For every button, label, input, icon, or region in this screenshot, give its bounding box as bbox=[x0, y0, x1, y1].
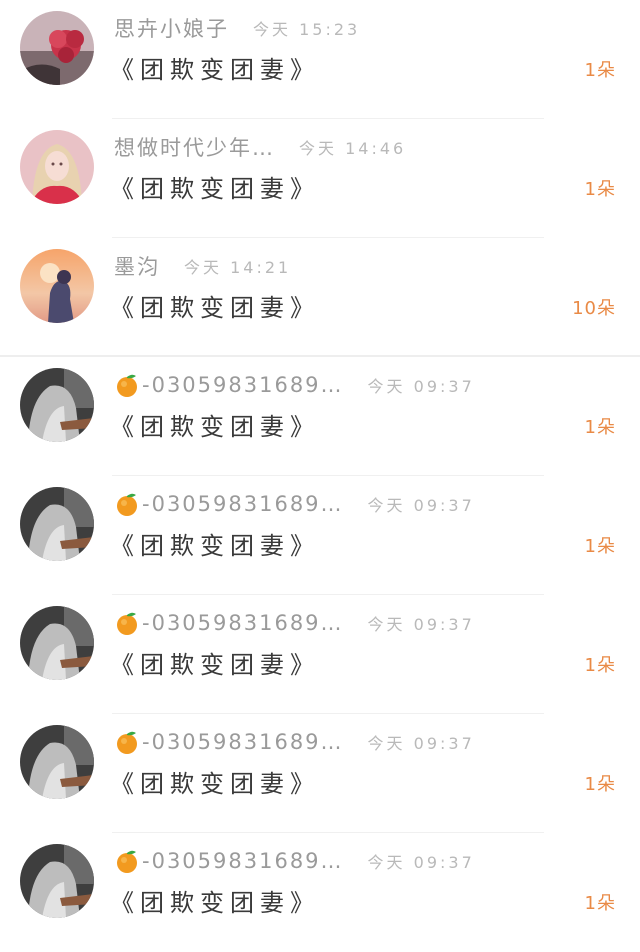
message-row[interactable]: -03059831689… 今天 09:37 《团欺变团妻》 1朵 bbox=[0, 357, 640, 476]
message-row[interactable]: -03059831689… 今天 09:37 《团欺变团妻》 1朵 bbox=[0, 833, 640, 952]
orange-icon bbox=[114, 372, 140, 398]
book-title[interactable]: 《团欺变团妻》 bbox=[110, 764, 320, 799]
flower-count: 1朵 bbox=[584, 536, 616, 557]
sender-name[interactable]: -03059831689… bbox=[142, 492, 344, 516]
message-row[interactable]: 思卉小娘子 今天 15:23 《团欺变团妻》 1朵 bbox=[0, 0, 640, 119]
avatar[interactable] bbox=[20, 487, 94, 561]
avatar[interactable] bbox=[20, 844, 94, 918]
message-row[interactable]: 想做时代少年… 今天 14:46 《团欺变团妻》 1朵 bbox=[0, 119, 640, 238]
avatar[interactable] bbox=[20, 130, 94, 204]
timestamp: 今天 09:37 bbox=[367, 853, 475, 872]
flower-count: 1朵 bbox=[584, 655, 616, 676]
sender-name[interactable]: -03059831689… bbox=[142, 373, 344, 397]
message-row[interactable]: -03059831689… 今天 09:37 《团欺变团妻》 1朵 bbox=[0, 595, 640, 714]
flower-count: 10朵 bbox=[572, 298, 616, 319]
timestamp: 今天 14:21 bbox=[184, 258, 292, 277]
flower-count: 1朵 bbox=[584, 179, 616, 200]
book-title[interactable]: 《团欺变团妻》 bbox=[110, 883, 320, 918]
sender-name[interactable]: 思卉小娘子 bbox=[114, 13, 229, 43]
book-title[interactable]: 《团欺变团妻》 bbox=[110, 407, 320, 442]
timestamp: 今天 09:37 bbox=[367, 496, 475, 515]
book-title[interactable]: 《团欺变团妻》 bbox=[110, 50, 320, 85]
flower-count: 1朵 bbox=[584, 60, 616, 81]
flower-count: 1朵 bbox=[584, 893, 616, 914]
book-title[interactable]: 《团欺变团妻》 bbox=[110, 288, 320, 323]
orange-icon bbox=[114, 610, 140, 636]
sender-name[interactable]: 墨汮 bbox=[114, 251, 160, 281]
timestamp: 今天 15:23 bbox=[253, 20, 361, 39]
flower-count: 1朵 bbox=[584, 774, 616, 795]
avatar[interactable] bbox=[20, 368, 94, 442]
avatar[interactable] bbox=[20, 11, 94, 85]
timestamp: 今天 09:37 bbox=[367, 734, 475, 753]
book-title[interactable]: 《团欺变团妻》 bbox=[110, 526, 320, 561]
orange-icon bbox=[114, 848, 140, 874]
message-row[interactable]: 墨汮 今天 14:21 《团欺变团妻》 10朵 bbox=[0, 238, 640, 357]
book-title[interactable]: 《团欺变团妻》 bbox=[110, 645, 320, 680]
sender-name[interactable]: -03059831689… bbox=[142, 849, 344, 873]
timestamp: 今天 14:46 bbox=[299, 139, 407, 158]
avatar[interactable] bbox=[20, 725, 94, 799]
orange-icon bbox=[114, 491, 140, 517]
message-row[interactable]: -03059831689… 今天 09:37 《团欺变团妻》 1朵 bbox=[0, 476, 640, 595]
orange-icon bbox=[114, 729, 140, 755]
message-row[interactable]: -03059831689… 今天 09:37 《团欺变团妻》 1朵 bbox=[0, 714, 640, 833]
flower-count: 1朵 bbox=[584, 417, 616, 438]
sender-name[interactable]: -03059831689… bbox=[142, 730, 344, 754]
message-list: 思卉小娘子 今天 15:23 《团欺变团妻》 1朵 想做时代少年… 今天 14:… bbox=[0, 0, 640, 948]
timestamp: 今天 09:37 bbox=[367, 377, 475, 396]
book-title[interactable]: 《团欺变团妻》 bbox=[110, 169, 320, 204]
sender-name[interactable]: 想做时代少年… bbox=[114, 132, 275, 162]
timestamp: 今天 09:37 bbox=[367, 615, 475, 634]
avatar[interactable] bbox=[20, 606, 94, 680]
avatar[interactable] bbox=[20, 249, 94, 323]
sender-name[interactable]: -03059831689… bbox=[142, 611, 344, 635]
